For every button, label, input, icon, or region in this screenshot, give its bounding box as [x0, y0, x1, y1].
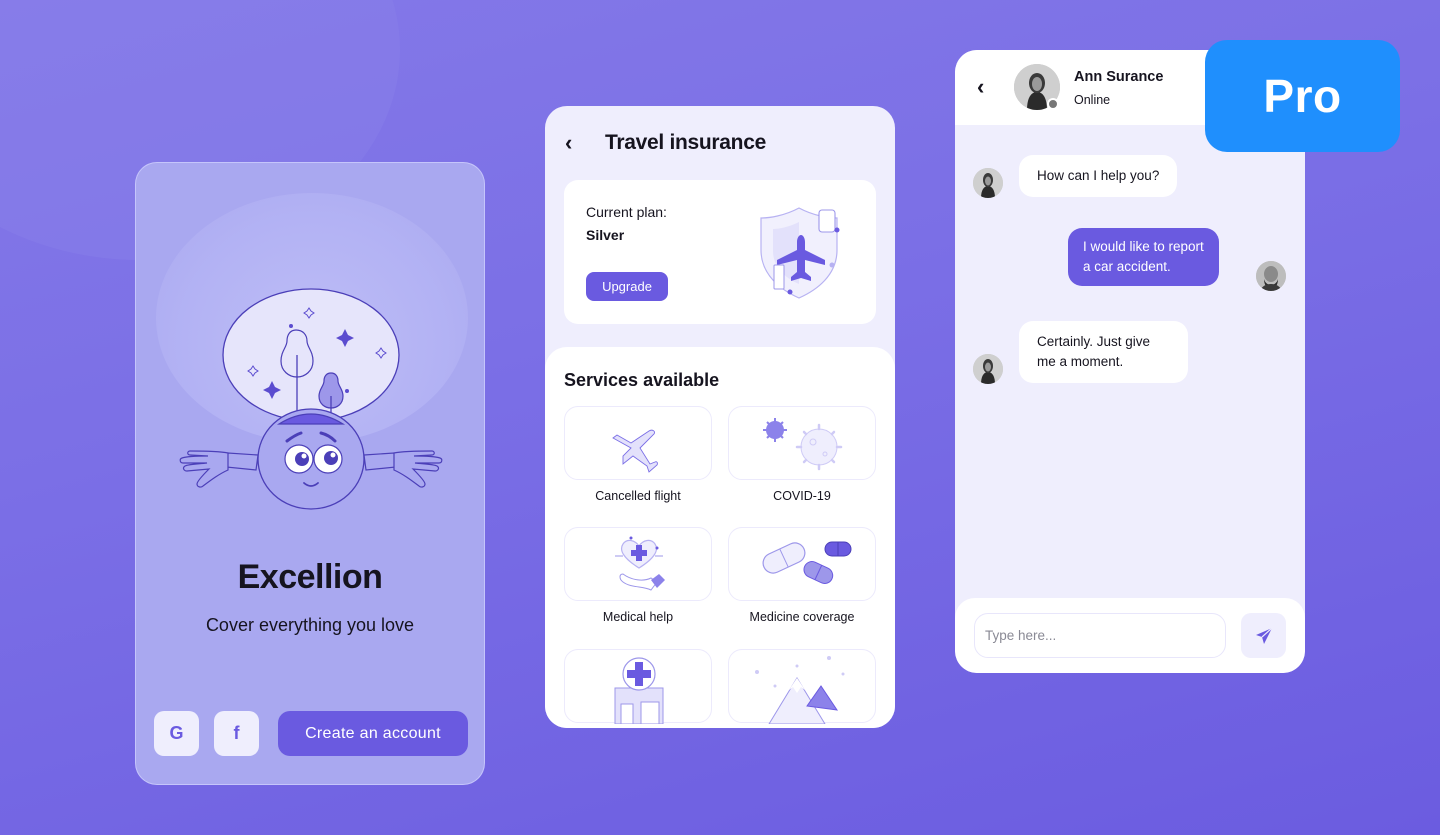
pro-badge: Pro [1205, 40, 1400, 152]
brand-name: Excellion [237, 558, 383, 596]
service-medical-help[interactable] [564, 527, 712, 601]
message-bubble-incoming: Certainly. Just give me a moment. [1019, 321, 1188, 383]
mascot-dreaming-icon [179, 288, 443, 510]
virus-icon [763, 418, 843, 471]
message-text: How can I help you? [1037, 168, 1160, 183]
service-mountains[interactable] [728, 649, 876, 724]
airplane-icon [612, 429, 658, 473]
send-button[interactable] [1241, 613, 1286, 658]
user-avatar [1256, 261, 1286, 291]
chevron-left-icon[interactable]: ‹ [565, 130, 585, 156]
google-login-button[interactable]: G [154, 711, 199, 756]
online-status-dot [1047, 98, 1059, 110]
mountains-icon [755, 656, 845, 724]
pills-icon [762, 541, 852, 584]
contact-status: Online [1074, 93, 1111, 107]
agent-avatar [973, 354, 1003, 384]
service-cancelled-flight[interactable] [564, 406, 712, 480]
page-title: Travel insurance [605, 131, 766, 154]
service-covid-19[interactable] [728, 406, 876, 480]
plan-value: Silver [586, 227, 625, 243]
message-input[interactable] [974, 613, 1226, 658]
service-label: Cancelled flight [595, 489, 681, 503]
agent-avatar [973, 168, 1003, 198]
send-icon [1255, 627, 1272, 644]
message-text: Certainly. Just give [1037, 334, 1151, 349]
facebook-login-button[interactable]: f [214, 711, 259, 756]
current-plan-box: Current plan: Silver Upgrade [564, 180, 876, 324]
plan-label: Current plan: [586, 204, 667, 220]
service-label: COVID-19 [773, 489, 831, 503]
message-bubble-outgoing: I would like to report a car accident. [1068, 228, 1219, 286]
heart-hand-icon [615, 536, 665, 591]
chevron-left-icon[interactable]: ‹ [977, 74, 997, 100]
message-text: me a moment. [1037, 354, 1124, 369]
onboarding-card: Excellion Cover everything you love G f … [135, 162, 485, 785]
service-label: Medicine coverage [749, 610, 855, 624]
tagline: Cover everything you love [205, 615, 415, 635]
hospital-icon [614, 657, 664, 724]
upgrade-button[interactable]: Upgrade [586, 272, 668, 301]
message-bubble-incoming: How can I help you? [1019, 155, 1178, 197]
service-medicine-coverage[interactable] [728, 527, 876, 601]
shield-airplane-icon [760, 207, 840, 299]
travel-insurance-card: ‹ Travel insurance Current plan: Silver … [545, 106, 895, 728]
message-text: a car accident. [1083, 259, 1171, 274]
google-icon: G [169, 723, 184, 743]
service-label: Medical help [602, 610, 674, 624]
facebook-icon: f [233, 723, 240, 743]
contact-name: Ann Surance [1074, 69, 1164, 85]
chat-input-bar [955, 598, 1305, 673]
create-account-button[interactable]: Create an account [278, 711, 468, 756]
services-panel: Services available Cancelled flight COVI… [545, 347, 895, 728]
message-text: I would like to report [1083, 239, 1204, 254]
service-hospital[interactable] [564, 649, 712, 724]
travel-header: ‹ Travel insurance [565, 130, 766, 156]
services-heading: Services available [564, 370, 720, 390]
